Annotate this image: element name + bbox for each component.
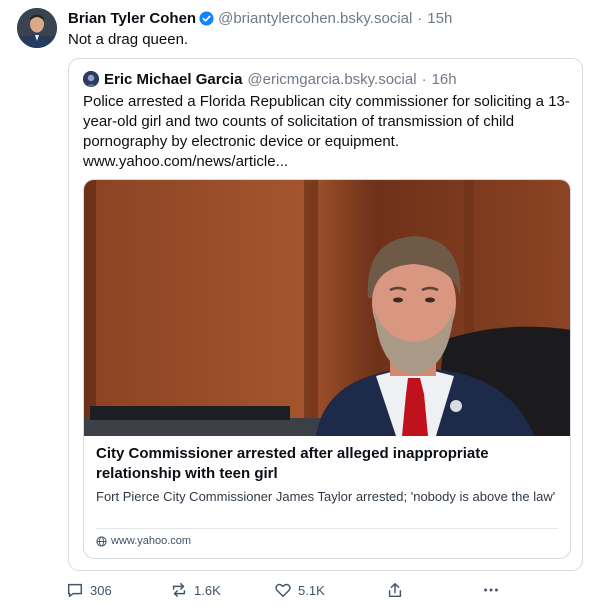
quote-text: Police arrested a Florida Republican cit… <box>83 93 570 170</box>
quote-timestamp[interactable]: 16h <box>432 71 457 88</box>
link-domain: www.yahoo.com <box>111 535 192 547</box>
author-avatar[interactable] <box>17 8 57 48</box>
more-options-button[interactable] <box>482 581 506 599</box>
more-icon <box>484 588 498 592</box>
globe-icon <box>96 535 107 547</box>
repost-button[interactable]: 1.6K <box>170 581 221 599</box>
post-timestamp[interactable]: 15h <box>427 10 452 27</box>
repost-icon <box>172 582 186 598</box>
link-title[interactable]: City Commissioner arrested after alleged… <box>96 444 560 484</box>
quote-separator-dot: · <box>421 70 427 88</box>
quote-avatar-image <box>83 71 99 87</box>
like-button[interactable]: 5.1K <box>274 581 325 599</box>
reply-icon <box>67 583 83 598</box>
link-domain-row: www.yahoo.com <box>96 535 191 547</box>
link-divider <box>96 528 558 529</box>
link-thumbnail-image <box>84 180 570 436</box>
quote-header: Eric Michael Garcia @ericmgarcia.bsky.so… <box>83 69 457 89</box>
quoted-post[interactable]: Eric Michael Garcia @ericmgarcia.bsky.so… <box>68 58 583 571</box>
reply-count: 306 <box>90 582 112 598</box>
author-avatar-image <box>17 8 57 48</box>
link-description: Fort Pierce City Commissioner James Tayl… <box>96 489 556 504</box>
quote-author-avatar[interactable] <box>83 71 99 87</box>
share-button[interactable] <box>386 581 410 599</box>
post-header: Brian Tyler Cohen @briantylercohen.bsky.… <box>68 8 452 28</box>
post-text: Not a drag queen. <box>68 31 189 48</box>
external-link-card[interactable]: City Commissioner arrested after alleged… <box>83 179 571 559</box>
verified-badge-icon <box>199 10 214 26</box>
like-count: 5.1K <box>298 582 325 598</box>
quote-author-handle[interactable]: @ericmgarcia.bsky.social <box>247 71 416 88</box>
quote-author-name[interactable]: Eric Michael Garcia <box>104 71 242 88</box>
heart-icon <box>275 583 291 598</box>
link-thumbnail <box>84 180 570 436</box>
share-icon <box>388 582 402 598</box>
separator-dot: · <box>417 9 423 27</box>
author-handle[interactable]: @briantylercohen.bsky.social <box>218 10 412 27</box>
author-name[interactable]: Brian Tyler Cohen <box>68 10 196 27</box>
post-actions: 306 1.6K 5.1K <box>66 581 516 603</box>
reply-button[interactable]: 306 <box>66 581 112 599</box>
repost-count: 1.6K <box>194 582 221 598</box>
